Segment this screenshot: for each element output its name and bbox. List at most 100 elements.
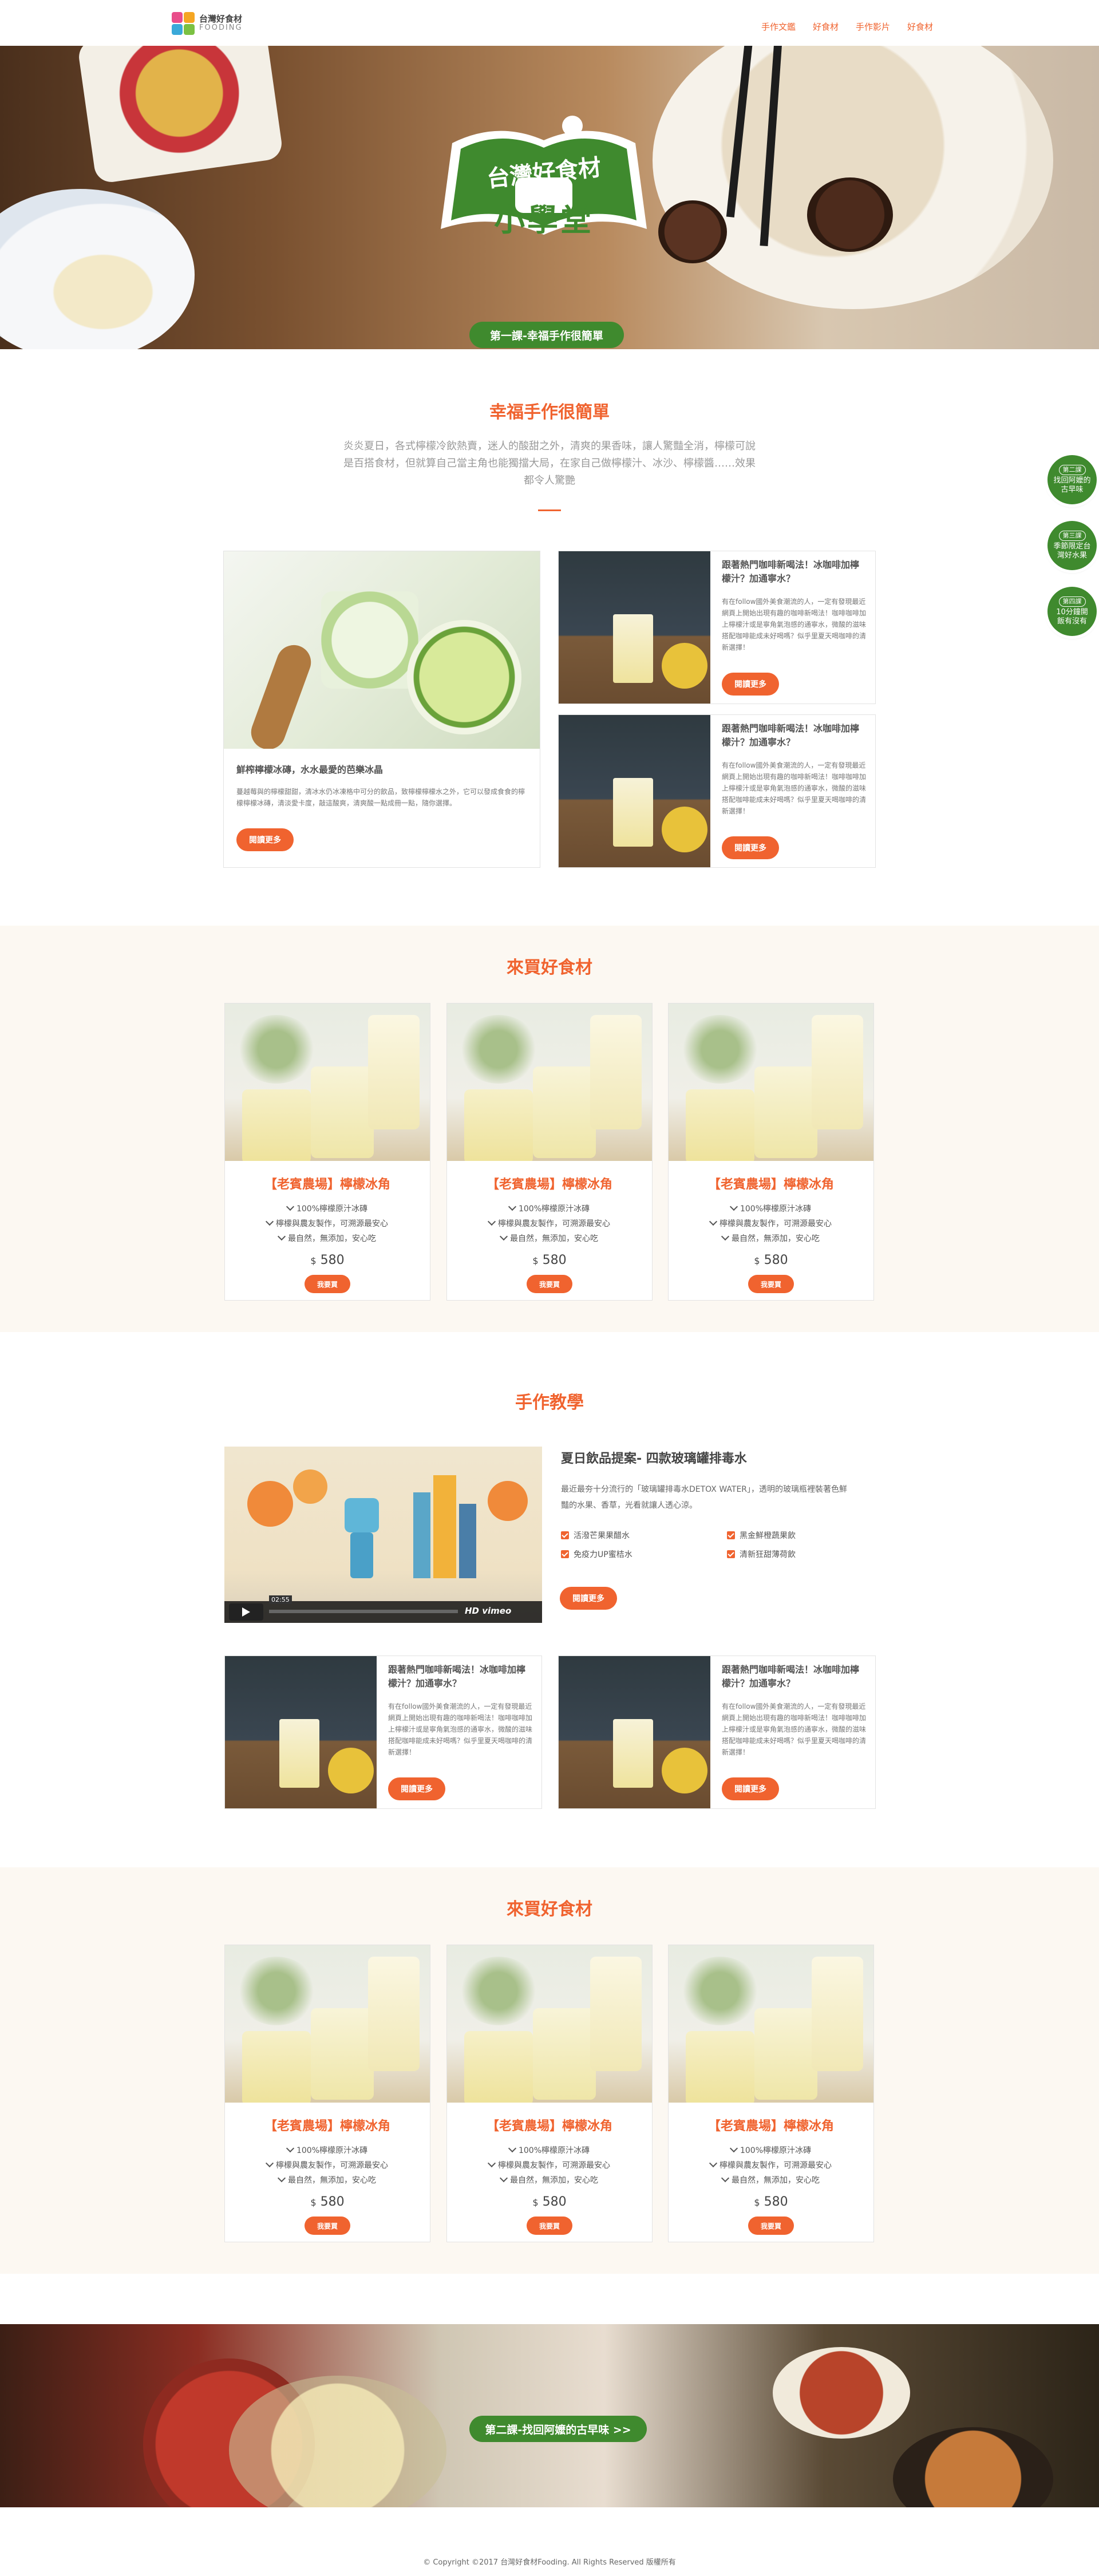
- header: 台灣好食材 FOODING 手作文鑑 好食材 手作影片 好食材: [0, 0, 1099, 46]
- dish-image: [773, 2347, 910, 2439]
- video-progress[interactable]: [269, 1610, 458, 1613]
- article-card[interactable]: 跟著熱門咖啡新喝法！冰咖啡加檸檬汁？加通寧水？ 有在follow國外美食潮流的人…: [224, 1656, 542, 1809]
- product-features: 100%檸檬原汁冰磚 檸檬與農友製作，可溯源最安心 最自然，無添加，安心吃: [447, 1202, 652, 1246]
- bowl-image: [77, 46, 284, 184]
- buy-button[interactable]: 我要買: [305, 1275, 350, 1293]
- hero-banner-line2: 小學堂: [494, 202, 594, 238]
- buy-button[interactable]: 我要買: [305, 2217, 350, 2235]
- check-icon: [721, 1232, 730, 1241]
- check-icon: [508, 1202, 517, 1211]
- check-icon: [286, 1202, 295, 1211]
- article-card[interactable]: 跟著熱門咖啡新喝法！冰咖啡加檸檬汁？加通寧水？ 有在follow國外美食潮流的人…: [558, 551, 876, 704]
- feature-item: 檸檬與農友製作，可溯源最安心: [447, 1216, 652, 1231]
- buy-button[interactable]: 我要買: [527, 2217, 572, 2235]
- check-icon: [487, 2159, 496, 2168]
- check-item: 清新狂甜薄荷飲: [727, 1548, 796, 1560]
- side-nav-lesson-4[interactable]: 第四課 10分鐘開飯有沒有: [1047, 587, 1097, 636]
- buy-button[interactable]: 我要買: [527, 1275, 572, 1293]
- article-body: 有在follow國外美食潮流的人，一定有發現最近網頁上開始出現有趣的咖啡新喝法！…: [722, 1702, 867, 1756]
- product-features: 100%檸檬原汁冰磚 檸檬與農友製作，可溯源最安心 最自然，無添加，安心吃: [669, 2143, 873, 2188]
- video-player[interactable]: 02:55 HD vimeo: [224, 1447, 542, 1623]
- feature-item: 最自然，無添加，安心吃: [225, 2173, 430, 2188]
- article-title: 跟著熱門咖啡新喝法！冰咖啡加檸檬汁？加通寧水？: [722, 723, 860, 748]
- check-item: 活潑芒果果醋水: [561, 1530, 630, 1541]
- article-body: 有在follow國外美食潮流的人，一定有發現最近網頁上開始出現有趣的咖啡新喝法！…: [722, 761, 867, 815]
- lemonade-image: [559, 551, 710, 704]
- product-image: [225, 1945, 430, 2103]
- play-icon: [242, 1607, 250, 1617]
- product-image: [669, 1003, 873, 1161]
- lemonade-image: [559, 715, 710, 867]
- shop-title: 來買好食材: [507, 958, 592, 978]
- feature-item: 最自然，無添加，安心吃: [669, 2173, 873, 2188]
- dish-image: [893, 2427, 1053, 2507]
- video-title: 夏日飲品提案- 四款玻璃罐排毒水: [561, 1452, 747, 1466]
- lesson-two-pill[interactable]: 第二課-找回阿嬤的古早味 >>: [469, 2416, 647, 2442]
- read-more-button[interactable]: 閱讀更多: [722, 673, 779, 696]
- buy-button[interactable]: 我要買: [748, 2217, 794, 2235]
- side-nav-lesson-2[interactable]: 第二課 找回阿嬤的古早味: [1047, 455, 1097, 504]
- article-card[interactable]: 跟著熱門咖啡新喝法！冰咖啡加檸檬汁？加通寧水？ 有在follow國外美食潮流的人…: [558, 714, 876, 868]
- vimeo-logo[interactable]: HD vimeo: [465, 1606, 511, 1616]
- lemonade-image: [559, 1656, 710, 1808]
- logo-title: 台灣好食材: [199, 14, 243, 24]
- play-button[interactable]: [229, 1603, 263, 1621]
- product-title: 【老賓農場】檸檬冰角: [707, 1178, 834, 1192]
- side-nav-lesson-3[interactable]: 第三課 季節限定台灣好水果: [1047, 521, 1097, 570]
- feature-item: 檸檬與農友製作，可溯源最安心: [447, 2158, 652, 2173]
- product-title: 【老賓農場】檸檬冰角: [707, 2119, 834, 2134]
- check-icon: [265, 2159, 274, 2168]
- feature-item: 最自然，無添加，安心吃: [447, 1231, 652, 1246]
- product-card[interactable]: 【老賓農場】檸檬冰角 100%檸檬原汁冰磚 檸檬與農友製作，可溯源最安心 最自然…: [224, 1003, 430, 1301]
- video-description: 最近最夯十分流行的「玻璃罐排毒水DETOX WATER」，透明的玻璃瓶裡裝著色鮮…: [561, 1485, 848, 1510]
- feature-item: 檸檬與農友製作，可溯源最安心: [669, 2158, 873, 2173]
- article-body: 有在follow國外美食潮流的人，一定有發現最近網頁上開始出現有趣的咖啡新喝法！…: [388, 1702, 533, 1756]
- buy-button[interactable]: 我要買: [748, 1275, 794, 1293]
- meatball-image: [807, 177, 893, 252]
- feature-item: 最自然，無添加，安心吃: [225, 1231, 430, 1246]
- product-image: [447, 1945, 652, 2103]
- read-more-button[interactable]: 閱讀更多: [722, 836, 779, 859]
- feature-article-card[interactable]: 鮮榨檸檬冰磚，水水最愛的芭樂冰晶 蔓越莓與的檸檬甜甜，清冰水仍冰凍格中可分的飲品…: [223, 551, 540, 868]
- feature-item: 100%檸檬原汁冰磚: [669, 1202, 873, 1216]
- nav-item[interactable]: 好食材: [907, 21, 933, 33]
- product-card[interactable]: 【老賓農場】檸檬冰角 100%檸檬原汁冰磚 檸檬與農友製作，可溯源最安心 最自然…: [668, 1945, 874, 2242]
- check-icon: [277, 1232, 286, 1241]
- read-more-button[interactable]: 閱讀更多: [236, 828, 294, 851]
- product-card[interactable]: 【老賓農場】檸檬冰角 100%檸檬原汁冰磚 檸檬與農友製作，可溯源最安心 最自然…: [446, 1945, 653, 2242]
- article-card[interactable]: 跟著熱門咖啡新喝法！冰咖啡加檸檬汁？加通寧水？ 有在follow國外美食潮流的人…: [558, 1656, 876, 1809]
- nav-item[interactable]: 手作影片: [856, 21, 890, 33]
- lesson-one-pill[interactable]: 第一課-幸福手作很簡單: [469, 322, 624, 348]
- plate-image: [0, 189, 195, 349]
- lime-ice-image: [224, 551, 540, 749]
- product-card[interactable]: 【老賓農場】檸檬冰角 100%檸檬原汁冰磚 檸檬與農友製作，可溯源最安心 最自然…: [446, 1003, 653, 1301]
- product-features: 100%檸檬原汁冰磚 檸檬與農友製作，可溯源最安心 最自然，無添加，安心吃: [225, 1202, 430, 1246]
- read-more-button[interactable]: 閱讀更多: [388, 1777, 445, 1800]
- main-nav: 手作文鑑 好食材 手作影片 好食材: [761, 21, 933, 33]
- check-icon: [508, 2144, 517, 2153]
- site-logo[interactable]: 台灣好食材 FOODING: [172, 10, 243, 37]
- product-price: $ 580: [532, 1253, 567, 1267]
- product-features: 100%檸檬原汁冰磚 檸檬與農友製作，可溯源最安心 最自然，無添加，安心吃: [669, 1202, 873, 1246]
- read-more-button[interactable]: 閱讀更多: [722, 1777, 779, 1800]
- feature-item: 檸檬與農友製作，可溯源最安心: [225, 2158, 430, 2173]
- check-icon: [561, 1531, 569, 1539]
- nav-item[interactable]: 好食材: [813, 21, 839, 33]
- check-icon: [499, 1232, 508, 1241]
- check-icon: [286, 2144, 295, 2153]
- lemonade-image: [225, 1656, 377, 1808]
- product-image: [447, 1003, 652, 1161]
- product-price: $ 580: [310, 1253, 345, 1267]
- product-card[interactable]: 【老賓農場】檸檬冰角 100%檸檬原汁冰磚 檸檬與農友製作，可溯源最安心 最自然…: [224, 1945, 430, 2242]
- nav-item[interactable]: 手作文鑑: [761, 21, 796, 33]
- article-body: 有在follow國外美食潮流的人，一定有發現最近網頁上開始出現有趣的咖啡新喝法！…: [722, 598, 867, 651]
- read-more-button[interactable]: 閱讀更多: [560, 1587, 617, 1610]
- logo-subtitle: FOODING: [199, 23, 243, 32]
- product-card[interactable]: 【老賓農場】檸檬冰角 100%檸檬原汁冰磚 檸檬與農友製作，可溯源最安心 最自然…: [668, 1003, 874, 1301]
- check-icon: [709, 2159, 718, 2168]
- feature-item: 最自然，無添加，安心吃: [669, 1231, 873, 1246]
- video-time: 02:55: [269, 1595, 292, 1604]
- check-icon: [729, 2144, 738, 2153]
- check-item: 免疫力UP蜜桔水: [561, 1548, 632, 1560]
- product-title: 【老賓農場】檸檬冰角: [486, 2119, 612, 2134]
